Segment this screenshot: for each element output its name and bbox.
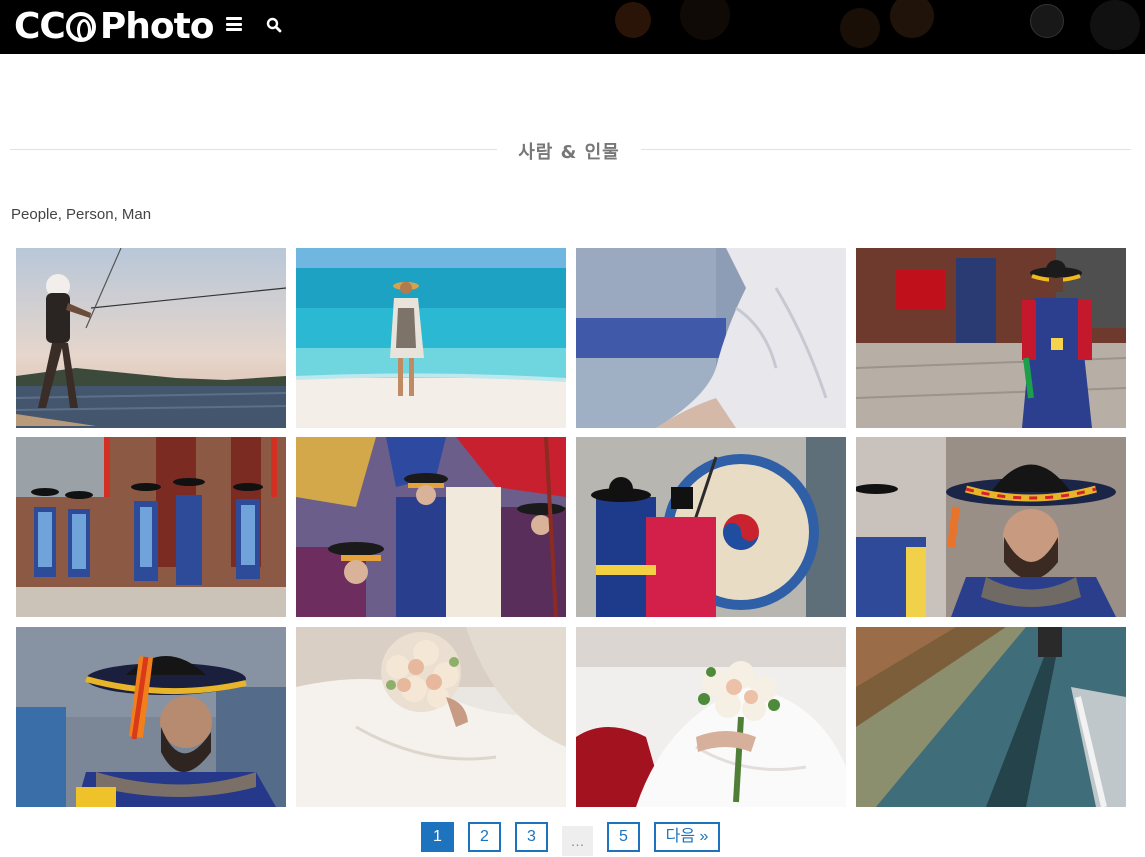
category-tags: People, Person, Man xyxy=(11,206,152,223)
page-1-button[interactable]: 1 xyxy=(421,822,454,852)
site-logo[interactable]: CC Photo xyxy=(14,5,215,47)
photo-thumbnail-bearded-guard[interactable] xyxy=(856,437,1126,617)
cc-zero-icon xyxy=(65,12,96,42)
photo-thumbnail-shirt-sleeve[interactable] xyxy=(576,248,846,428)
photo-thumbnail-path-shadow[interactable] xyxy=(856,627,1126,807)
photo-thumbnail-bride-red-chair[interactable] xyxy=(576,627,846,807)
header-bokeh-decoration xyxy=(890,0,934,38)
header-bokeh-decoration xyxy=(1030,4,1064,38)
photo-thumbnail-guard-hat-tassel[interactable] xyxy=(16,627,286,807)
header-bokeh-decoration xyxy=(615,2,651,38)
site-header: CC Photo xyxy=(0,0,1145,54)
photo-thumbnail-guards-line[interactable] xyxy=(16,437,286,617)
hamburger-menu-icon[interactable] xyxy=(226,17,242,31)
header-bokeh-decoration xyxy=(840,8,880,48)
heading-divider-right xyxy=(641,149,1131,150)
photo-thumbnail-beach-woman[interactable] xyxy=(296,248,566,428)
header-bokeh-decoration xyxy=(680,0,730,40)
page-5-button[interactable]: 5 xyxy=(607,822,640,852)
page-2-button[interactable]: 2 xyxy=(468,822,501,852)
photo-thumbnail-bride-bouquet[interactable] xyxy=(296,627,566,807)
heading-divider-left xyxy=(10,149,497,150)
header-bokeh-decoration xyxy=(1090,0,1140,50)
next-page-button[interactable]: 다음 » xyxy=(654,822,720,852)
photo-thumbnail-guard-crowd[interactable] xyxy=(296,437,566,617)
photo-thumbnail-royal-guard[interactable] xyxy=(856,248,1126,428)
pagination-ellipsis: … xyxy=(562,826,593,856)
pagination: 1 2 3 … 5 다음 » xyxy=(0,822,1145,856)
photo-thumbnail-boat-person[interactable] xyxy=(16,248,286,428)
photo-thumbnail-drum[interactable] xyxy=(576,437,846,617)
page-3-button[interactable]: 3 xyxy=(515,822,548,852)
logo-cc-text: CC xyxy=(14,5,66,47)
logo-photo-text: Photo xyxy=(99,5,215,47)
search-icon[interactable] xyxy=(266,17,282,33)
category-title: 사람 & 인물 xyxy=(518,142,620,163)
